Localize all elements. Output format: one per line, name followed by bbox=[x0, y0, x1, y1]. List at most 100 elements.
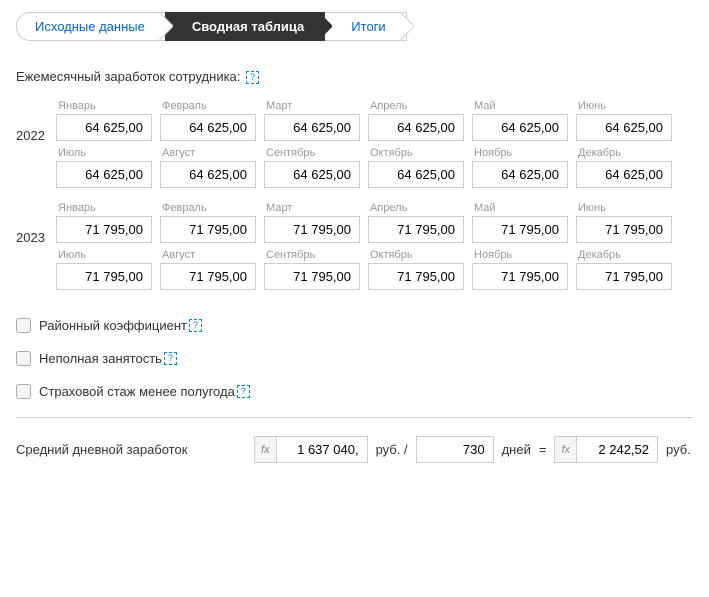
month-label: Июль bbox=[56, 249, 152, 261]
checkbox-label: Страховой стаж менее полугода bbox=[39, 384, 235, 399]
month-label: Август bbox=[160, 249, 256, 261]
month-input-may[interactable] bbox=[472, 114, 568, 141]
month-label: Июнь bbox=[576, 100, 672, 112]
days-input[interactable] bbox=[416, 436, 494, 463]
month-cell-jun: Июнь bbox=[576, 202, 672, 243]
section-title-text: Ежемесячный заработок сотрудника: bbox=[16, 69, 240, 84]
month-input-apr[interactable] bbox=[368, 216, 464, 243]
month-input-nov[interactable] bbox=[472, 161, 568, 188]
month-input-aug[interactable] bbox=[160, 263, 256, 290]
month-cell-apr: Апрель bbox=[368, 202, 464, 243]
month-cell-sep: Сентябрь bbox=[264, 147, 360, 188]
month-input-mar[interactable] bbox=[264, 114, 360, 141]
fx-icon: fx bbox=[554, 436, 576, 463]
chevron-right-icon bbox=[316, 13, 332, 40]
month-label: Январь bbox=[56, 100, 152, 112]
month-label: Апрель bbox=[368, 202, 464, 214]
month-input-oct[interactable] bbox=[368, 161, 464, 188]
month-input-jun[interactable] bbox=[576, 216, 672, 243]
unit-rub-divide: руб. / bbox=[376, 442, 408, 457]
month-input-feb[interactable] bbox=[160, 114, 256, 141]
year-block-2022: 2022 Январь Февраль Март Апрель Май Июнь… bbox=[16, 100, 693, 188]
month-cell-feb: Февраль bbox=[160, 100, 256, 141]
month-input-dec[interactable] bbox=[576, 161, 672, 188]
checkboxes-section: Районный коэффициент ? Неполная занятост… bbox=[16, 318, 693, 399]
help-icon[interactable]: ? bbox=[246, 71, 259, 84]
month-input-jun[interactable] bbox=[576, 114, 672, 141]
fx-average-wrap: fx bbox=[554, 436, 658, 463]
year-block-2023: 2023 Январь Февраль Март Апрель Май Июнь… bbox=[16, 202, 693, 290]
month-input-jan[interactable] bbox=[56, 216, 152, 243]
month-cell-oct: Октябрь bbox=[368, 147, 464, 188]
month-cell-apr: Апрель bbox=[368, 100, 464, 141]
month-label: Ноябрь bbox=[472, 147, 568, 159]
month-cell-aug: Август bbox=[160, 249, 256, 290]
help-icon[interactable]: ? bbox=[164, 352, 177, 365]
month-input-aug[interactable] bbox=[160, 161, 256, 188]
checkbox-row-insurance: Страховой стаж менее полугода ? bbox=[16, 384, 693, 399]
months-grid: Январь Февраль Март Апрель Май Июнь Июль… bbox=[56, 100, 672, 188]
section-title: Ежемесячный заработок сотрудника: ? bbox=[16, 69, 693, 84]
month-cell-mar: Март bbox=[264, 100, 360, 141]
total-earnings-input[interactable] bbox=[276, 436, 368, 463]
month-input-may[interactable] bbox=[472, 216, 568, 243]
checkbox-row-parttime: Неполная занятость ? bbox=[16, 351, 693, 366]
equals-sign: = bbox=[539, 442, 547, 457]
month-input-jul[interactable] bbox=[56, 263, 152, 290]
months-row: Январь Февраль Март Апрель Май Июнь bbox=[56, 100, 672, 141]
month-input-jul[interactable] bbox=[56, 161, 152, 188]
month-input-apr[interactable] bbox=[368, 114, 464, 141]
regional-coefficient-checkbox[interactable] bbox=[16, 318, 31, 333]
tab-source-data[interactable]: Исходные данные bbox=[16, 12, 166, 41]
month-label: Ноябрь bbox=[472, 249, 568, 261]
average-daily-input[interactable] bbox=[576, 436, 658, 463]
month-cell-may: Май bbox=[472, 202, 568, 243]
month-cell-aug: Август bbox=[160, 147, 256, 188]
unit-days: дней bbox=[502, 442, 531, 457]
tab-results[interactable]: Итоги bbox=[324, 12, 406, 41]
tabs-nav: Исходные данные Сводная таблица Итоги bbox=[16, 12, 693, 41]
months-row: Июль Август Сентябрь Октябрь Ноябрь Дека… bbox=[56, 147, 672, 188]
month-cell-jan: Январь bbox=[56, 202, 152, 243]
month-label: Февраль bbox=[160, 100, 256, 112]
insurance-experience-checkbox[interactable] bbox=[16, 384, 31, 399]
months-row: Июль Август Сентябрь Октябрь Ноябрь Дека… bbox=[56, 249, 672, 290]
month-label: Март bbox=[264, 202, 360, 214]
tab-summary-table[interactable]: Сводная таблица bbox=[165, 12, 325, 41]
month-input-nov[interactable] bbox=[472, 263, 568, 290]
checkbox-row-regional: Районный коэффициент ? bbox=[16, 318, 693, 333]
month-input-sep[interactable] bbox=[264, 263, 360, 290]
month-input-feb[interactable] bbox=[160, 216, 256, 243]
help-icon[interactable]: ? bbox=[189, 319, 202, 332]
month-label: Март bbox=[264, 100, 360, 112]
month-input-sep[interactable] bbox=[264, 161, 360, 188]
month-cell-sep: Сентябрь bbox=[264, 249, 360, 290]
month-cell-dec: Декабрь bbox=[576, 147, 672, 188]
month-label: Май bbox=[472, 100, 568, 112]
month-label: Октябрь bbox=[368, 147, 464, 159]
month-label: Октябрь bbox=[368, 249, 464, 261]
month-input-jan[interactable] bbox=[56, 114, 152, 141]
month-cell-feb: Февраль bbox=[160, 202, 256, 243]
year-label: 2022 bbox=[16, 100, 56, 188]
unit-rub: руб. bbox=[666, 442, 691, 457]
month-cell-mar: Март bbox=[264, 202, 360, 243]
help-icon[interactable]: ? bbox=[237, 385, 250, 398]
divider bbox=[16, 417, 693, 418]
tab-label: Сводная таблица bbox=[192, 19, 304, 34]
month-label: Август bbox=[160, 147, 256, 159]
month-input-dec[interactable] bbox=[576, 263, 672, 290]
checkbox-label: Районный коэффициент bbox=[39, 318, 187, 333]
month-label: Май bbox=[472, 202, 568, 214]
chevron-right-icon bbox=[398, 13, 414, 40]
month-cell-nov: Ноябрь bbox=[472, 147, 568, 188]
fx-total-wrap: fx bbox=[254, 436, 368, 463]
fx-days-wrap bbox=[416, 436, 494, 463]
month-label: Сентябрь bbox=[264, 249, 360, 261]
year-label: 2023 bbox=[16, 202, 56, 290]
result-label: Средний дневной заработок bbox=[16, 442, 246, 457]
month-label: Апрель bbox=[368, 100, 464, 112]
parttime-checkbox[interactable] bbox=[16, 351, 31, 366]
month-input-mar[interactable] bbox=[264, 216, 360, 243]
month-input-oct[interactable] bbox=[368, 263, 464, 290]
